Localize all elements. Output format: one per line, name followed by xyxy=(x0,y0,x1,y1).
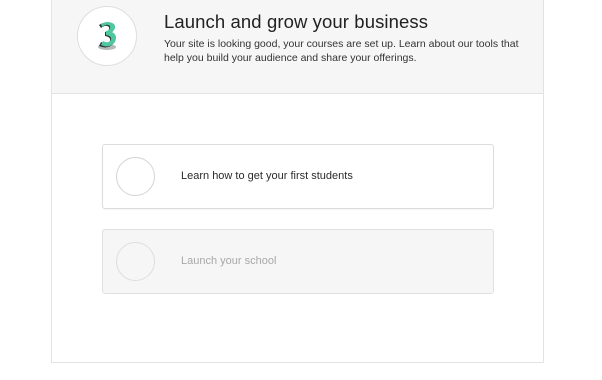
card-header: Launch and grow your business Your site … xyxy=(52,0,543,94)
task-status-circle-icon xyxy=(116,157,155,196)
page-title: Launch and grow your business xyxy=(164,11,429,32)
step-badge xyxy=(77,6,137,66)
task-launch-school: Launch your school xyxy=(102,229,494,294)
step-3-icon xyxy=(98,22,116,50)
task-status-circle-icon xyxy=(116,242,155,281)
page: Launch and grow your business Your site … xyxy=(0,0,602,380)
task-first-students[interactable]: Learn how to get your first students xyxy=(102,144,494,209)
page-description: Your site is looking good, your courses … xyxy=(164,38,519,64)
onboarding-card: Launch and grow your business Your site … xyxy=(51,0,544,363)
task-label: Launch your school xyxy=(181,255,277,267)
task-label: Learn how to get your first students xyxy=(181,170,353,182)
